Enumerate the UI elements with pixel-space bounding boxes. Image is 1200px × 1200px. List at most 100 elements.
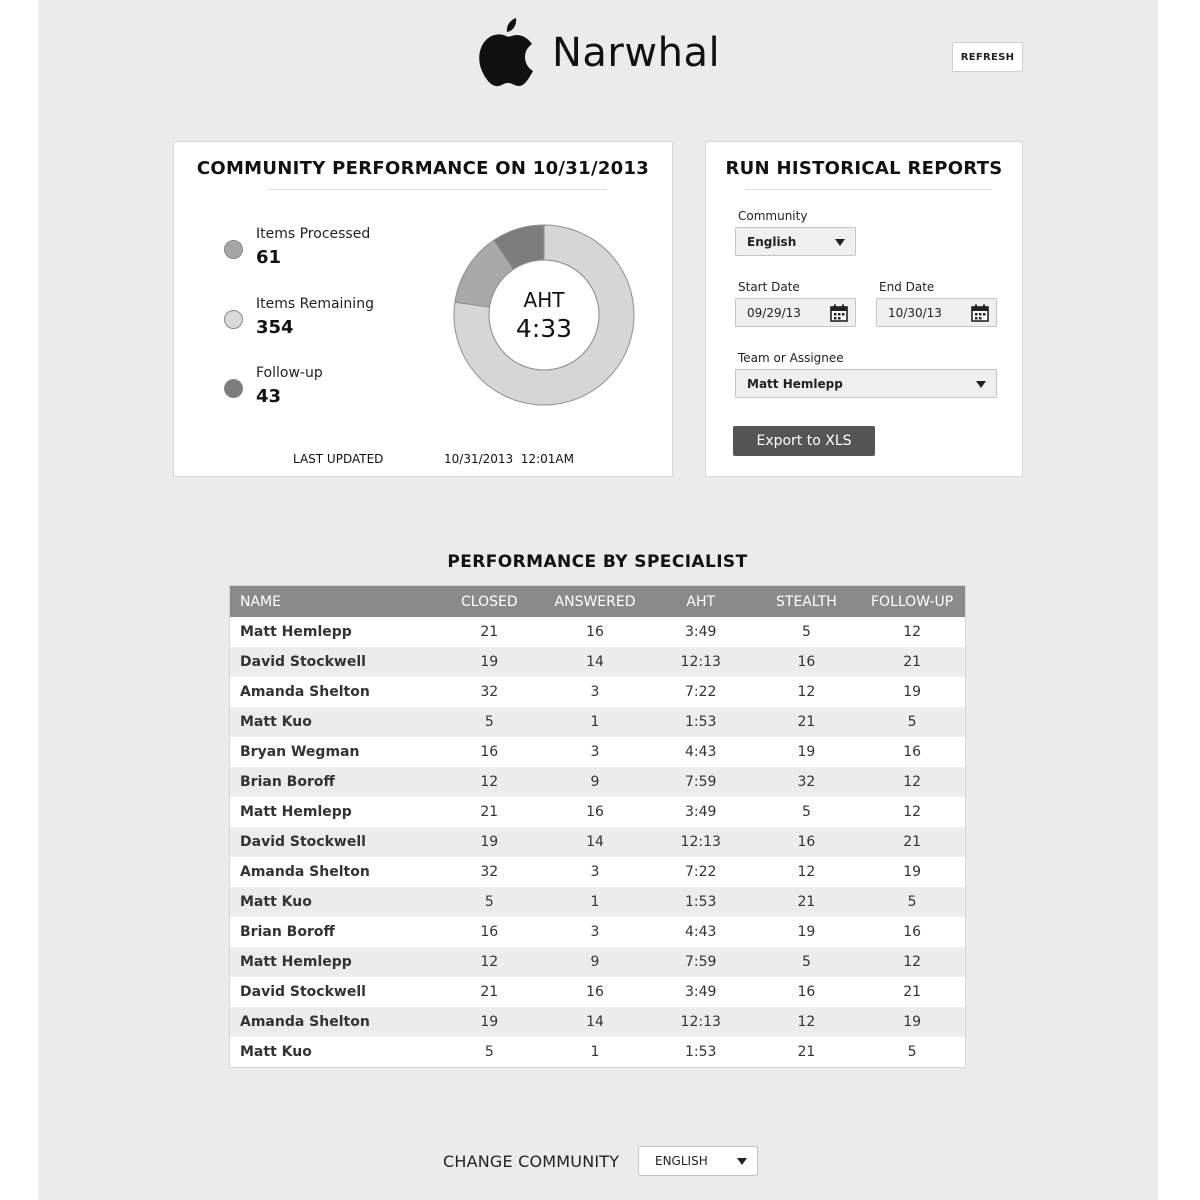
column-header-follow-up[interactable]: FOLLOW-UP [859,594,965,610]
end-date-field[interactable]: 10/30/13 [876,298,997,327]
cell-closed: 21 [480,804,499,820]
start-date-field[interactable]: 09/29/13 [735,298,856,327]
refresh-button[interactable]: REFRESH [952,42,1023,72]
community-label: Community [738,209,808,223]
column-header-aht[interactable]: AHT [648,594,754,610]
cell-answered: 1 [590,894,600,910]
stat-label: Items Processed [256,226,371,242]
chevron-down-icon [976,381,986,388]
cell-answered: 14 [586,1014,604,1030]
cell-closed: 5 [484,714,494,730]
historical-title-divider [746,189,992,190]
apple-logo-icon [479,18,533,87]
cell-closed: 16 [480,744,499,760]
cell-answered: 16 [586,984,604,1000]
cell-follow-up: 21 [903,984,922,1000]
table-row[interactable]: Matt Kuo 5 1 1:53 21 5 [230,707,965,737]
cell-stealth: 32 [797,774,816,790]
end-date-value: 10/30/13 [888,305,942,320]
cell-stealth: 12 [797,684,816,700]
app-title: Narwhal [552,30,721,76]
cell-name: Matt Hemlepp [240,624,352,640]
column-header-name[interactable]: NAME [230,594,436,610]
cell-follow-up: 19 [903,864,922,880]
cell-follow-up: 5 [907,714,917,730]
aht-value: 4:33 [515,314,573,343]
table-row[interactable]: Matt Kuo 5 1 1:53 21 5 [230,887,965,917]
cell-name: Matt Kuo [240,714,312,730]
stat-value: 43 [256,386,282,407]
cell-answered: 3 [590,684,600,700]
cell-name: Matt Hemlepp [240,954,352,970]
cell-stealth: 19 [797,924,816,940]
cell-closed: 5 [484,894,494,910]
community-select[interactable]: English [735,227,856,256]
cell-follow-up: 12 [903,954,922,970]
column-header-closed[interactable]: CLOSED [436,594,542,610]
cell-answered: 1 [590,714,600,730]
cell-stealth: 21 [797,714,816,730]
cell-stealth: 5 [801,804,811,820]
column-header-answered[interactable]: ANSWERED [542,594,648,610]
cell-follow-up: 21 [903,654,922,670]
calendar-icon[interactable] [830,304,848,322]
cell-closed: 19 [480,654,499,670]
table-row[interactable]: Matt Kuo 5 1 1:53 21 5 [230,1037,965,1067]
table-row[interactable]: Bryan Wegman 16 3 4:43 19 16 [230,737,965,767]
cell-follow-up: 21 [903,834,922,850]
cell-answered: 3 [590,924,600,940]
table-row[interactable]: Amanda Shelton 32 3 7:22 12 19 [230,857,965,887]
cell-closed: 19 [480,1014,499,1030]
cell-aht: 3:49 [684,804,717,820]
cell-closed: 12 [480,954,499,970]
cell-name: Amanda Shelton [240,864,370,880]
cell-aht: 1:53 [684,1044,717,1060]
cell-aht: 1:53 [684,714,717,730]
cell-stealth: 16 [797,654,816,670]
cell-follow-up: 5 [907,894,917,910]
cell-name: David Stockwell [240,984,366,1000]
table-row[interactable]: David Stockwell 19 14 12:13 16 21 [230,647,965,677]
table-row[interactable]: Amanda Shelton 19 14 12:13 12 19 [230,1007,965,1037]
chevron-down-icon [737,1158,747,1165]
cell-stealth: 5 [801,624,811,640]
cell-follow-up: 12 [903,774,922,790]
historical-reports-panel: RUN HISTORICAL REPORTS Community English… [705,141,1023,477]
change-community-select[interactable]: ENGLISH [638,1146,758,1176]
cell-closed: 32 [480,864,499,880]
cell-answered: 14 [586,654,604,670]
cell-answered: 9 [590,954,600,970]
change-community-label: CHANGE COMMUNITY [443,1152,620,1171]
table-row[interactable]: Matt Hemlepp 12 9 7:59 5 12 [230,947,965,977]
cell-closed: 19 [480,834,499,850]
team-assignee-select[interactable]: Matt Hemlepp [735,369,997,398]
table-row[interactable]: David Stockwell 21 16 3:49 16 21 [230,977,965,1007]
table-row[interactable]: Brian Boroff 12 9 7:59 32 12 [230,767,965,797]
cell-stealth: 5 [801,954,811,970]
specialist-table: NAME CLOSED ANSWERED AHT STEALTH FOLLOW-… [229,585,966,1068]
performance-title-divider [268,189,606,190]
cell-aht: 4:43 [684,924,717,940]
cell-aht: 3:49 [684,624,717,640]
export-xls-button[interactable]: Export to XLS [733,426,875,456]
cell-follow-up: 16 [903,744,922,760]
follow-up-dot [224,379,243,398]
table-row[interactable]: Amanda Shelton 32 3 7:22 12 19 [230,677,965,707]
table-row[interactable]: Brian Boroff 16 3 4:43 19 16 [230,917,965,947]
start-date-label: Start Date [738,280,800,294]
table-row[interactable]: Matt Hemlepp 21 16 3:49 5 12 [230,797,965,827]
items-remaining-dot [224,310,243,329]
cell-answered: 1 [590,1044,600,1060]
calendar-icon[interactable] [971,304,989,322]
table-body: Matt Hemlepp 21 16 3:49 5 12 David Stockwell 19… [230,617,965,1067]
cell-aht: 7:22 [684,864,717,880]
cell-follow-up: 12 [903,804,922,820]
start-date-value: 09/29/13 [747,305,801,320]
cell-closed: 5 [484,1044,494,1060]
column-header-stealth[interactable]: STEALTH [754,594,860,610]
table-row[interactable]: Matt Hemlepp 21 16 3:49 5 12 [230,617,965,647]
cell-aht: 7:59 [684,774,717,790]
community-select-value: English [747,234,797,249]
cell-name: Matt Hemlepp [240,804,352,820]
table-row[interactable]: David Stockwell 19 14 12:13 16 21 [230,827,965,857]
